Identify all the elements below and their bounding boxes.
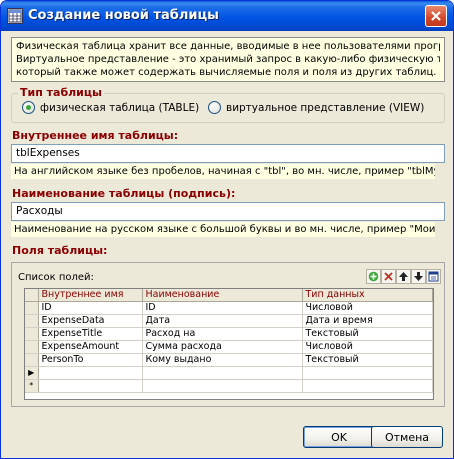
info-box: Физическая таблица хранит все данные, вв… [11, 37, 445, 82]
cell-data-type[interactable]: Дата и время [302, 314, 433, 328]
fields-panel: Список полей: Внутреннее имя Наименовани… [11, 262, 445, 407]
cell-internal-name[interactable]: ExpenseData [38, 314, 143, 328]
internal-name-label: Внутреннее имя таблицы: [12, 129, 179, 142]
row-selector[interactable] [25, 314, 39, 328]
table-icon [7, 8, 23, 24]
table-type-title: Тип таблицы [18, 86, 104, 99]
move-up-icon [399, 272, 408, 281]
fields-grid[interactable]: Внутреннее имя Наименование Тип данных I… [24, 288, 434, 400]
column-header-caption[interactable]: Наименование [142, 289, 303, 302]
cell-caption[interactable]: Сумма расхода [142, 340, 303, 354]
table-row[interactable]: ExpenseAmount Сумма расхода Числовой [25, 340, 433, 354]
cell-internal-name[interactable]: ID [38, 301, 143, 315]
internal-name-hint: На английском языке без пробелов, начина… [11, 164, 435, 179]
table-row[interactable]: ID ID Числовой [25, 301, 433, 315]
info-line: Виртуальное представление - это хранимый… [16, 54, 440, 65]
title-bar[interactable]: Создание новой таблицы [1, 1, 453, 31]
row-selector[interactable] [25, 353, 39, 367]
table-row[interactable]: ExpenseTitle Расход на Текстовый [25, 327, 433, 341]
cell-internal-name[interactable] [38, 366, 143, 380]
info-line: который также может содержать вычисляемы… [16, 67, 437, 78]
fields-title: Поля таблицы: [12, 244, 108, 257]
cell-data-type[interactable]: Числовой [302, 340, 433, 354]
dialog-window: Создание новой таблицы Физическая таблиц… [0, 0, 454, 459]
table-row[interactable]: ExpenseData Дата Дата и время [25, 314, 433, 328]
delete-icon [384, 272, 393, 281]
cell-data-type[interactable] [302, 366, 433, 380]
current-row-marker[interactable]: ▶ [25, 366, 39, 380]
table-type-group: Тип таблицы физическая таблица (TABLE) в… [11, 86, 445, 123]
display-name-input[interactable]: Расходы [11, 202, 445, 221]
cell-caption[interactable]: Дата [142, 314, 303, 328]
display-name-label: Наименование таблицы (подпись): [12, 187, 236, 200]
add-icon [368, 271, 379, 282]
close-button[interactable] [425, 5, 447, 27]
delete-field-button[interactable] [381, 269, 396, 284]
cell-data-type[interactable]: Текстовый [302, 327, 433, 341]
radio-table[interactable]: физическая таблица (TABLE) [22, 101, 199, 114]
cell-data-type[interactable]: Числовой [302, 301, 433, 315]
move-down-button[interactable] [411, 269, 426, 284]
cancel-button[interactable]: Отмена [371, 426, 443, 448]
cell-caption[interactable]: Кому выдано [142, 353, 303, 367]
radio-view[interactable]: виртуальное представление (VIEW) [208, 101, 424, 114]
move-down-icon [414, 272, 423, 281]
cell-internal-name[interactable]: ExpenseAmount [38, 340, 143, 354]
table-row-new[interactable]: * [25, 379, 433, 393]
cell-internal-name[interactable]: ExpenseTitle [38, 327, 143, 341]
table-row[interactable]: PersonTo Кому выдано Текстовый [25, 353, 433, 367]
table-row-current[interactable]: ▶ [25, 366, 433, 380]
cell-caption[interactable] [142, 379, 303, 393]
info-line: Физическая таблица хранит все данные, вв… [16, 41, 440, 52]
grid-header-row: Внутреннее имя Наименование Тип данных [25, 289, 433, 302]
fields-list-caption: Список полей: [18, 272, 94, 283]
internal-name-input[interactable]: tblExpenses [11, 144, 445, 163]
cell-caption[interactable]: Расход на [142, 327, 303, 341]
add-field-button[interactable] [366, 269, 381, 284]
ok-button[interactable]: OK [303, 426, 375, 448]
cell-caption[interactable]: ID [142, 301, 303, 315]
row-selector[interactable] [25, 301, 39, 315]
dialog-body: Физическая таблица хранит все данные, вв… [4, 31, 450, 457]
field-properties-button[interactable] [426, 269, 441, 284]
row-selector[interactable] [25, 340, 39, 354]
column-header-internal-name[interactable]: Внутреннее имя [38, 289, 143, 302]
cell-internal-name[interactable]: PersonTo [38, 353, 143, 367]
column-header-data-type[interactable]: Тип данных [302, 289, 433, 302]
display-name-hint: Наименование на русском языке с большой … [11, 222, 435, 237]
fields-table: Внутреннее имя Наименование Тип данных I… [25, 289, 433, 393]
radio-view-indicator[interactable] [208, 101, 221, 114]
new-row-marker[interactable]: * [25, 379, 39, 393]
cell-data-type[interactable]: Текстовый [302, 353, 433, 367]
window-title: Создание новой таблицы [28, 8, 219, 23]
row-selector[interactable] [25, 327, 39, 341]
cell-data-type[interactable] [302, 379, 433, 393]
cell-caption[interactable] [142, 366, 303, 380]
close-icon [431, 11, 441, 21]
radio-view-label: виртуальное представление (VIEW) [226, 101, 425, 114]
cell-internal-name[interactable] [38, 379, 143, 393]
properties-icon [428, 271, 439, 282]
grid-corner[interactable] [25, 289, 39, 302]
move-up-button[interactable] [396, 269, 411, 284]
radio-table-label: физическая таблица (TABLE) [40, 101, 200, 114]
radio-table-indicator[interactable] [22, 101, 35, 114]
